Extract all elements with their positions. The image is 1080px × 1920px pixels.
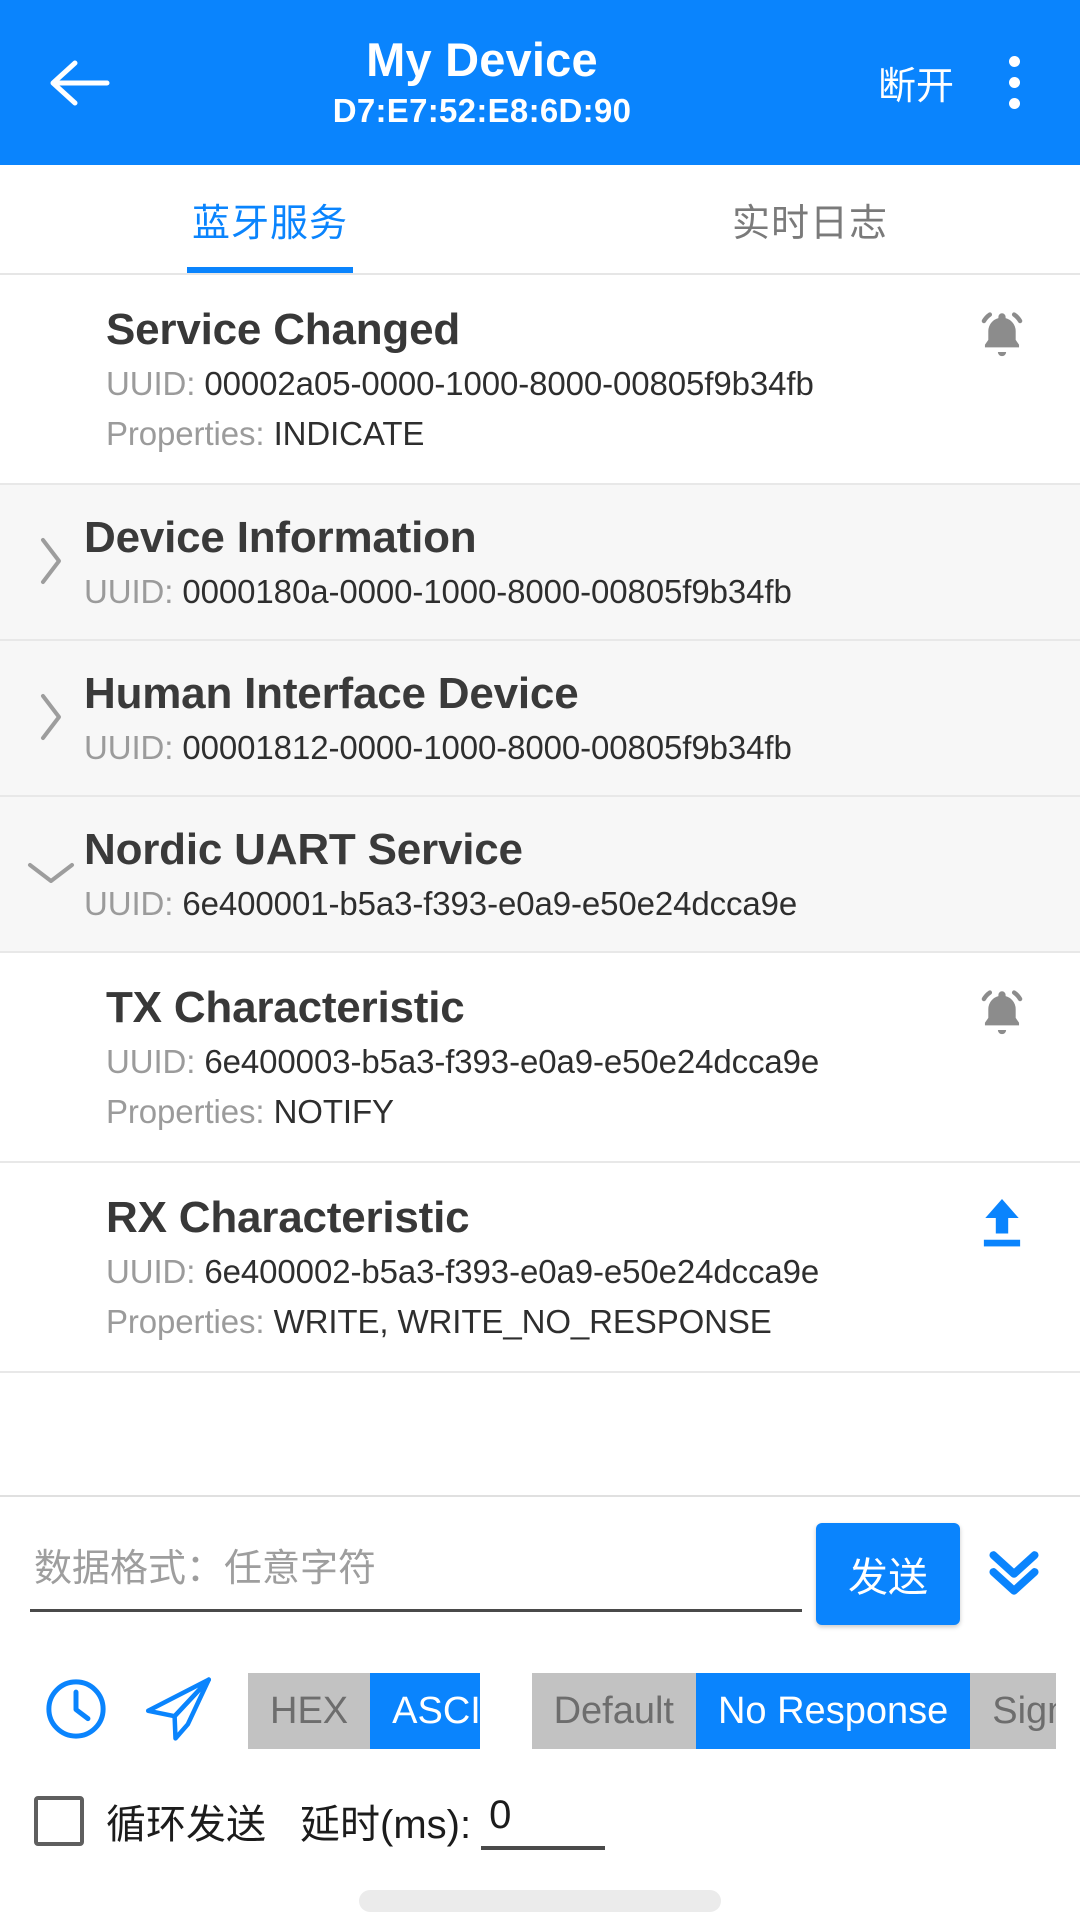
properties-label: Properties: [106, 1303, 265, 1340]
segment-ascii[interactable]: ASCII [370, 1673, 480, 1749]
upload-icon [973, 1193, 1031, 1260]
item-title: RX Characteristic [106, 1193, 470, 1242]
list-item[interactable]: Human Interface Device UUID: 00001812-00… [0, 641, 1080, 797]
notify-toggle-button[interactable] [954, 301, 1050, 397]
system-nav-hint [0, 1850, 1080, 1920]
loop-send-row: 循环发送 延时(ms): [0, 1773, 1080, 1850]
paper-plane-icon [141, 1673, 219, 1750]
item-uuid: UUID: 00001812-0000-1000-8000-00805f9b34… [84, 723, 1050, 773]
uuid-value: 6e400002-b5a3-f393-e0a9-e50e24dcca9e [204, 1253, 820, 1290]
more-vertical-icon-dot [1008, 98, 1020, 109]
send-row: 发送 [0, 1497, 1080, 1645]
item-title: Human Interface Device [84, 669, 579, 718]
uuid-label: UUID: [106, 365, 196, 402]
toolbar-title-block: My Device D7:E7:52:E8:6D:90 [92, 31, 872, 135]
device-address: D7:E7:52:E8:6D:90 [332, 91, 632, 129]
row-content: TX Characteristic UUID: 6e400003-b5a3-f3… [30, 979, 954, 1137]
item-uuid: UUID: 00002a05-0000-1000-8000-00805f9b34… [106, 359, 954, 409]
chevron-right-icon [36, 691, 66, 748]
properties-value: INDICATE [273, 415, 425, 452]
expand-toggle[interactable] [22, 535, 80, 592]
properties-label: Properties: [106, 415, 265, 452]
chevron-right-icon [36, 535, 66, 592]
tab-label: 实时日志 [731, 202, 888, 245]
send-button[interactable]: 发送 [816, 1523, 960, 1625]
item-title: Service Changed [106, 305, 461, 354]
uuid-value: 00001812-0000-1000-8000-00805f9b34fb [182, 729, 792, 766]
list-item[interactable]: Nordic UART Service UUID: 6e400001-b5a3-… [0, 797, 1080, 953]
uuid-label: UUID: [84, 729, 174, 766]
chevron-down-icon [25, 858, 77, 893]
more-vertical-icon-dot [1008, 77, 1020, 88]
item-properties: Properties: NOTIFY [106, 1087, 954, 1137]
data-format-segmented-control: HEX ASCII [248, 1673, 480, 1749]
loop-send-checkbox[interactable] [34, 1795, 84, 1846]
expand-composer-button[interactable] [968, 1528, 1060, 1620]
bluetooth-device-screen: My Device D7:E7:52:E8:6D:90 断开 蓝牙服务 实时日志… [0, 0, 1080, 1920]
uuid-label: UUID: [84, 573, 174, 610]
row-content: Nordic UART Service UUID: 6e400001-b5a3-… [80, 821, 1050, 929]
item-uuid: UUID: 6e400002-b5a3-f393-e0a9-e50e24dcca… [106, 1247, 954, 1297]
segment-signed[interactable]: Signed [970, 1673, 1056, 1749]
double-chevron-down-icon [982, 1542, 1046, 1607]
item-uuid: UUID: 0000180a-0000-1000-8000-00805f9b34… [84, 567, 1050, 617]
uuid-label: UUID: [106, 1253, 196, 1290]
write-type-segmented-control: Default No Response Signed [531, 1673, 1056, 1749]
write-button[interactable] [954, 1189, 1050, 1285]
gatt-list: Service Changed UUID: 00002a05-0000-1000… [0, 275, 1080, 1495]
item-properties: Properties: WRITE, WRITE_NO_RESPONSE [106, 1297, 954, 1347]
delay-label: 延时(ms): [300, 1802, 472, 1847]
page-title: My Device [366, 32, 598, 86]
clock-icon [41, 1674, 111, 1749]
bell-active-icon [971, 983, 1033, 1050]
uuid-label: UUID: [84, 885, 174, 922]
nav-pill [359, 1890, 721, 1912]
disconnect-button[interactable]: 断开 [872, 45, 960, 120]
tab-bluetooth-services[interactable]: 蓝牙服务 [0, 165, 540, 273]
uuid-value: 6e400003-b5a3-f393-e0a9-e50e24dcca9e [204, 1043, 820, 1080]
data-input[interactable] [30, 1536, 802, 1612]
loop-send-label: 循环发送 [106, 1802, 266, 1847]
tab-realtime-log[interactable]: 实时日志 [540, 165, 1080, 273]
history-button[interactable] [24, 1659, 128, 1763]
segment-hex[interactable]: HEX [248, 1673, 371, 1749]
notify-toggle-button[interactable] [954, 979, 1050, 1075]
properties-label: Properties: [106, 1093, 265, 1130]
uuid-value: 00002a05-0000-1000-8000-00805f9b34fb [204, 365, 814, 402]
more-vertical-icon [1008, 56, 1020, 67]
quick-send-button[interactable] [128, 1659, 232, 1763]
properties-value: WRITE, WRITE_NO_RESPONSE [273, 1303, 772, 1340]
item-title: Device Information [84, 513, 477, 562]
uuid-value: 0000180a-0000-1000-8000-00805f9b34fb [182, 573, 792, 610]
list-item[interactable]: TX Characteristic UUID: 6e400003-b5a3-f3… [0, 953, 1080, 1163]
list-item[interactable]: Device Information UUID: 0000180a-0000-1… [0, 485, 1080, 641]
item-uuid: UUID: 6e400001-b5a3-f393-e0a9-e50e24dcca… [84, 879, 1050, 929]
item-uuid: UUID: 6e400003-b5a3-f393-e0a9-e50e24dcca… [106, 1037, 954, 1087]
expand-toggle[interactable] [22, 691, 80, 748]
overflow-menu-button[interactable] [974, 35, 1054, 131]
row-content: Human Interface Device UUID: 00001812-00… [80, 665, 1050, 773]
list-item[interactable]: RX Characteristic UUID: 6e400002-b5a3-f3… [0, 1163, 1080, 1373]
list-item[interactable]: Service Changed UUID: 00002a05-0000-1000… [0, 275, 1080, 485]
row-content: Device Information UUID: 0000180a-0000-1… [80, 509, 1050, 617]
collapse-toggle[interactable] [22, 858, 80, 893]
delay-input[interactable] [481, 1791, 606, 1850]
tab-bar: 蓝牙服务 实时日志 [0, 165, 1080, 275]
properties-value: NOTIFY [273, 1093, 395, 1130]
item-title: TX Characteristic [106, 983, 465, 1032]
item-properties: Properties: INDICATE [106, 409, 954, 459]
row-content: Service Changed UUID: 00002a05-0000-1000… [30, 301, 954, 459]
segment-no-response[interactable]: No Response [695, 1673, 971, 1749]
control-row: HEX ASCII Default No Response Signed [0, 1645, 1080, 1773]
app-toolbar: My Device D7:E7:52:E8:6D:90 断开 [0, 0, 1080, 165]
uuid-value: 6e400001-b5a3-f393-e0a9-e50e24dcca9e [182, 885, 798, 922]
item-title: Nordic UART Service [84, 825, 523, 874]
tab-label: 蓝牙服务 [191, 202, 348, 245]
row-content: RX Characteristic UUID: 6e400002-b5a3-f3… [30, 1189, 954, 1347]
segment-default[interactable]: Default [531, 1673, 696, 1749]
bell-active-icon [971, 305, 1033, 372]
uuid-label: UUID: [106, 1043, 196, 1080]
composer-panel: 发送 [0, 1495, 1080, 1920]
